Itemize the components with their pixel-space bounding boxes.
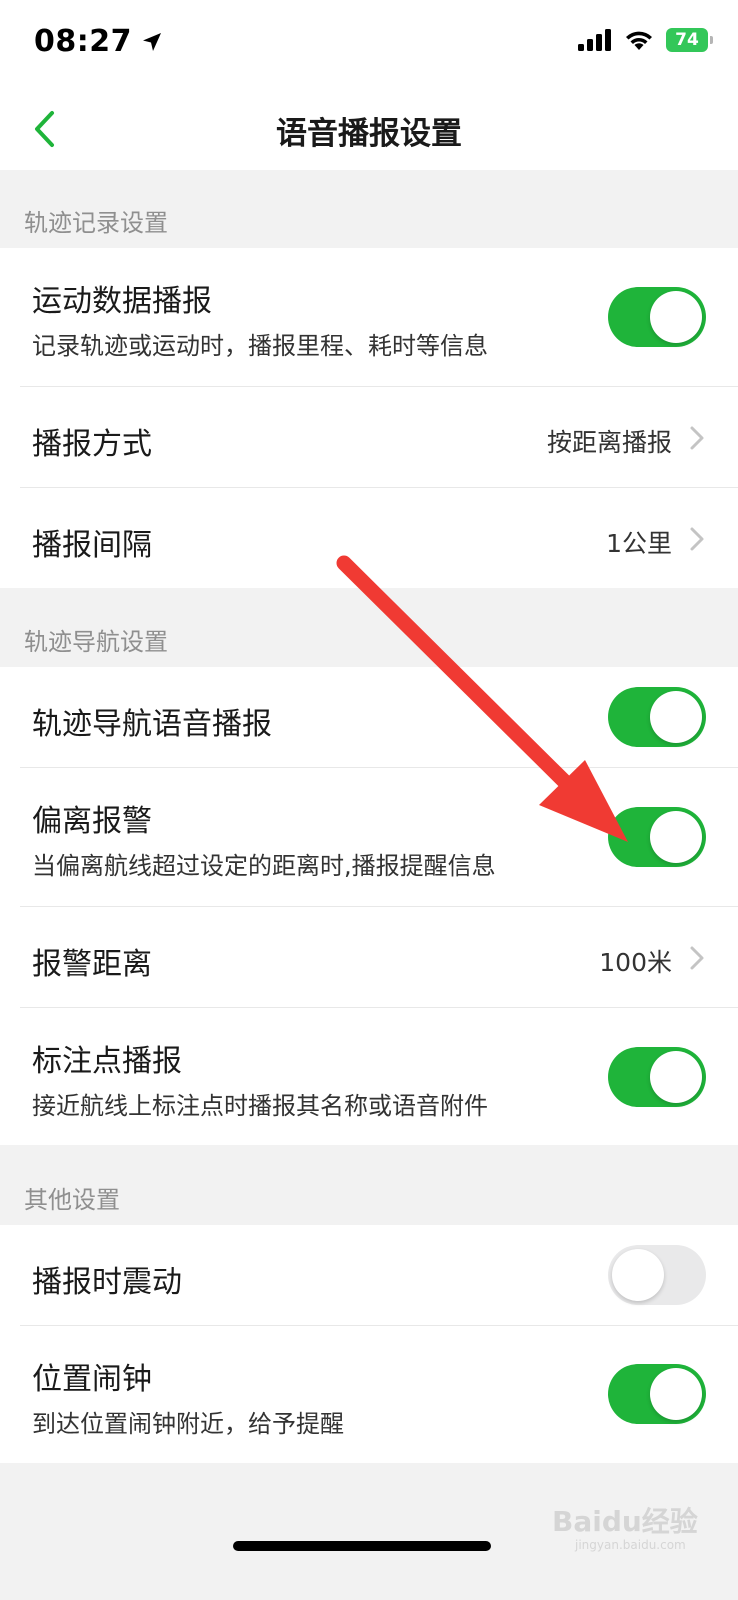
setting-title: 报警距离 — [32, 947, 152, 982]
section-header-track-record: 轨迹记录设置 — [24, 209, 168, 237]
setting-title: 运动数据播报 — [32, 284, 212, 319]
toggle-knob — [650, 1051, 702, 1103]
section-header-other: 其他设置 — [24, 1186, 120, 1214]
nav-bar: 语音播报设置 — [0, 88, 738, 170]
toggle-knob — [650, 291, 702, 343]
setting-title: 轨迹导航语音播报 — [32, 707, 272, 742]
setting-title: 播报方式 — [32, 427, 152, 462]
setting-row-sport-data: 运动数据播报 记录轨迹或运动时，播报里程、耗时等信息 — [0, 248, 738, 386]
setting-row-vibrate: 播报时震动 — [0, 1225, 738, 1325]
settings-group-other: 播报时震动 位置闹钟 到达位置闹钟附近，给予提醒 — [0, 1225, 738, 1463]
section-header-track-nav: 轨迹导航设置 — [24, 628, 168, 656]
settings-group-track-nav: 轨迹导航语音播报 偏离报警 当偏离航线超过设定的距离时,播报提醒信息 报警距离 … — [0, 667, 738, 1145]
nav-voice-toggle[interactable] — [608, 687, 706, 747]
setting-title: 偏离报警 — [32, 804, 152, 839]
battery-tip — [710, 36, 713, 44]
sport-data-toggle[interactable] — [608, 287, 706, 347]
marker-broadcast-toggle[interactable] — [608, 1047, 706, 1107]
chevron-right-icon — [690, 946, 704, 970]
status-bar: 08:27 74 — [0, 0, 738, 88]
setting-row-broadcast-interval[interactable]: 播报间隔 1公里 — [0, 488, 738, 588]
setting-value: 按距离播报 — [546, 428, 672, 457]
setting-row-deviation-alarm: 偏离报警 当偏离航线超过设定的距离时,播报提醒信息 — [0, 768, 738, 906]
setting-row-marker-broadcast: 标注点播报 接近航线上标注点时播报其名称或语音附件 — [0, 1008, 738, 1145]
chevron-right-icon — [690, 426, 704, 450]
location-alarm-toggle[interactable] — [608, 1364, 706, 1424]
setting-row-alarm-distance[interactable]: 报警距离 100米 — [0, 907, 738, 1007]
setting-value: 1公里 — [606, 529, 672, 558]
watermark-url: jingyan.baidu.com — [575, 1538, 686, 1552]
setting-title: 标注点播报 — [32, 1044, 182, 1079]
settings-group-track-record: 运动数据播报 记录轨迹或运动时，播报里程、耗时等信息 播报方式 按距离播报 播报… — [0, 248, 738, 588]
setting-title: 播报时震动 — [32, 1265, 182, 1300]
status-indicators: 74 — [578, 28, 713, 52]
setting-value: 100米 — [599, 948, 672, 977]
setting-subtitle: 到达位置闹钟附近，给予提醒 — [32, 1410, 344, 1438]
chevron-right-icon — [690, 527, 704, 551]
page-title: 语音播报设置 — [276, 116, 462, 152]
setting-row-broadcast-mode[interactable]: 播报方式 按距离播报 — [0, 387, 738, 487]
wifi-icon — [626, 31, 652, 50]
setting-row-location-alarm: 位置闹钟 到达位置闹钟附近，给予提醒 — [0, 1326, 738, 1463]
toggle-knob — [650, 1368, 702, 1420]
status-time: 08:27 — [34, 24, 132, 59]
setting-row-nav-voice: 轨迹导航语音播报 — [0, 667, 738, 767]
setting-subtitle: 记录轨迹或运动时，播报里程、耗时等信息 — [32, 332, 488, 360]
setting-title: 位置闹钟 — [32, 1362, 152, 1397]
toggle-knob — [650, 811, 702, 863]
watermark-brand: Baidu经验 — [552, 1505, 698, 1538]
toggle-knob — [612, 1249, 664, 1301]
toggle-knob — [650, 691, 702, 743]
status-time-group: 08:27 — [34, 24, 164, 59]
location-arrow-icon — [143, 32, 161, 51]
deviation-alarm-toggle[interactable] — [608, 807, 706, 867]
setting-title: 播报间隔 — [32, 528, 152, 563]
battery-icon: 74 — [666, 28, 713, 52]
signal-icon — [578, 29, 611, 51]
setting-subtitle: 当偏离航线超过设定的距离时,播报提醒信息 — [32, 852, 496, 880]
setting-subtitle: 接近航线上标注点时播报其名称或语音附件 — [32, 1092, 488, 1120]
battery-level: 74 — [675, 30, 699, 50]
home-indicator[interactable] — [233, 1541, 491, 1551]
baidu-watermark: Baidu经验 — [552, 1500, 698, 1540]
vibrate-toggle[interactable] — [608, 1245, 706, 1305]
